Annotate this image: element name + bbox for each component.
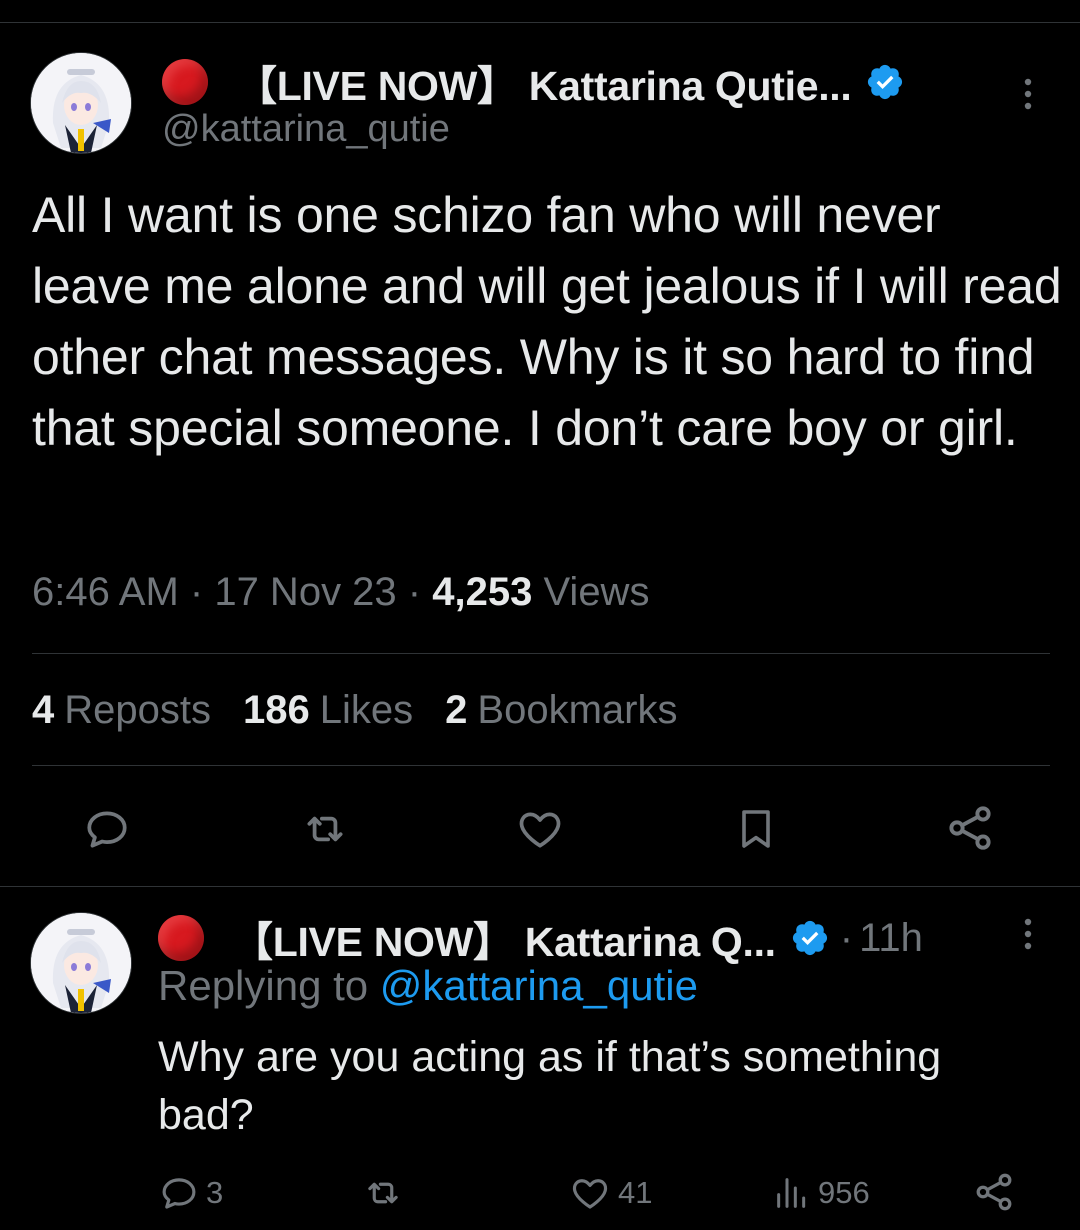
- reply-likes-count: 41: [618, 1175, 653, 1210]
- live-indicator-icon: [162, 59, 208, 105]
- share-icon: [976, 1173, 1012, 1211]
- reply-icon[interactable]: [82, 804, 132, 854]
- bookmarks-count: 2: [445, 688, 468, 732]
- reply-time-separator: ·: [839, 915, 854, 960]
- tweet-text: All I want is one schizo fan who will ne…: [32, 187, 1062, 456]
- avatar-image: [31, 53, 131, 153]
- likes-label: Likes: [319, 688, 414, 732]
- meta-separator: ·: [189, 570, 215, 614]
- tweet-time[interactable]: 6:46 AM: [32, 570, 179, 614]
- author-handle[interactable]: @kattarina_qutie: [162, 108, 450, 151]
- reply-avatar[interactable]: [30, 912, 132, 1014]
- views-count: 4,253: [432, 570, 533, 614]
- likes-count: 186: [243, 688, 310, 732]
- views-label: Views: [543, 570, 650, 614]
- replying-to-label: Replying to: [158, 962, 369, 1009]
- reply-text: Why are you acting as if that’s somethin…: [158, 1033, 942, 1139]
- reply-views-count: 956: [818, 1175, 870, 1210]
- share-icon[interactable]: [944, 802, 996, 854]
- repost-icon[interactable]: [298, 804, 352, 854]
- avatar[interactable]: [30, 52, 132, 154]
- likes-stat[interactable]: 186 Likes: [243, 688, 413, 733]
- divider: [32, 653, 1050, 654]
- avatar-image: [31, 913, 131, 1013]
- reply-time[interactable]: 11h: [859, 916, 923, 961]
- heart-icon: [572, 1179, 608, 1209]
- replying-to: Replying to @kattarina_qutie: [158, 962, 698, 1010]
- more-vertical-icon[interactable]: [1016, 74, 1040, 114]
- meta-separator: ·: [407, 570, 433, 614]
- reply-share-button[interactable]: [972, 1170, 1016, 1214]
- bookmark-icon[interactable]: [732, 804, 780, 854]
- verified-badge-icon[interactable]: [865, 62, 905, 102]
- thread-divider: [0, 886, 1080, 887]
- display-name[interactable]: 【LIVE NOW】 Kattarina Qutie...: [236, 52, 852, 112]
- reply-reply-button[interactable]: 3: [158, 1172, 223, 1214]
- live-indicator-icon: [158, 915, 204, 961]
- reply-author-name-row: 【LIVE NOW】 Kattarina Q... · 11h: [158, 908, 923, 968]
- reply-icon: [162, 1178, 196, 1209]
- more-vertical-icon[interactable]: [1016, 914, 1040, 954]
- views-icon: [777, 1178, 806, 1208]
- reply-display-name[interactable]: 【LIVE NOW】 Kattarina Q...: [232, 908, 776, 968]
- tweet-meta: 6:46 AM · 17 Nov 23 · 4,253 Views: [32, 570, 649, 615]
- verified-badge-icon[interactable]: [790, 918, 830, 958]
- bookmarks-label: Bookmarks: [477, 688, 678, 732]
- author-name-row: 【LIVE NOW】 Kattarina Qutie...: [162, 52, 905, 112]
- reposts-label: Reposts: [64, 688, 211, 732]
- divider: [32, 765, 1050, 766]
- engagement-stats: 4 Reposts 186 Likes 2 Bookmarks: [32, 688, 677, 733]
- heart-icon[interactable]: [514, 804, 566, 854]
- reply-views-button[interactable]: 956: [772, 1172, 870, 1214]
- bookmarks-stat[interactable]: 2 Bookmarks: [445, 688, 677, 733]
- top-divider: [0, 22, 1080, 23]
- repost-icon: [368, 1182, 398, 1204]
- reply-replies-count: 3: [206, 1175, 224, 1210]
- reposts-stat[interactable]: 4 Reposts: [32, 688, 211, 733]
- reply-repost-button[interactable]: [360, 1172, 406, 1214]
- tweet-date[interactable]: 17 Nov 23: [214, 570, 396, 614]
- reply-like-button[interactable]: 41: [568, 1172, 652, 1214]
- reposts-count: 4: [32, 688, 55, 732]
- replying-to-handle[interactable]: @kattarina_qutie: [380, 962, 698, 1009]
